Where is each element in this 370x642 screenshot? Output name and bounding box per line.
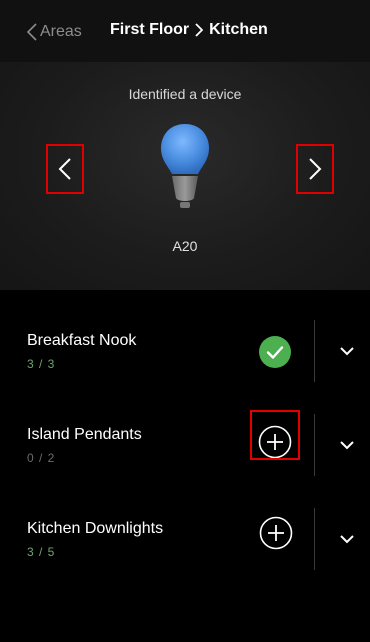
chevron-down-icon[interactable] xyxy=(336,434,358,456)
next-device-button[interactable] xyxy=(296,144,334,194)
add-button-highlight xyxy=(250,410,300,460)
group-name: Breakfast Nook xyxy=(27,332,137,349)
divider xyxy=(314,508,315,570)
identify-status: Identified a device xyxy=(128,86,242,102)
chevron-right-icon xyxy=(309,158,322,180)
group-name: Kitchen Downlights xyxy=(27,520,164,537)
check-circle-icon[interactable] xyxy=(258,335,292,369)
back-button[interactable]: Areas xyxy=(26,20,82,44)
divider xyxy=(314,320,315,382)
back-label: Areas xyxy=(40,23,82,40)
group-count: 0 / 2 xyxy=(27,451,56,465)
chevron-left-icon xyxy=(58,158,71,180)
divider xyxy=(314,414,315,476)
list-item: Island Pendants 0 / 2 xyxy=(0,384,370,478)
breadcrumb-current: Kitchen xyxy=(209,21,268,38)
page-title: First Floor Kitchen xyxy=(110,21,268,39)
light-group-list: Breakfast Nook 3 / 3 Island Pendants 0 /… xyxy=(0,290,370,572)
previous-device-button[interactable] xyxy=(46,144,84,194)
list-item: Kitchen Downlights 3 / 5 xyxy=(0,478,370,572)
chevron-down-icon[interactable] xyxy=(336,340,358,362)
chevron-left-icon xyxy=(26,23,37,41)
top-bar: Areas First Floor Kitchen xyxy=(0,0,370,62)
chevron-down-icon[interactable] xyxy=(336,528,358,550)
device-model-label: A20 xyxy=(172,238,198,254)
group-name: Island Pendants xyxy=(27,426,142,443)
plus-circle-icon[interactable] xyxy=(259,516,293,550)
group-count: 3 / 3 xyxy=(27,357,56,371)
device-preview: Identified a device A20 xyxy=(0,62,370,290)
light-bulb-icon xyxy=(161,124,209,208)
group-count: 3 / 5 xyxy=(27,545,56,559)
breadcrumb-separator-icon xyxy=(195,23,204,37)
list-item: Breakfast Nook 3 / 3 xyxy=(0,290,370,384)
breadcrumb-parent: First Floor xyxy=(110,21,190,38)
